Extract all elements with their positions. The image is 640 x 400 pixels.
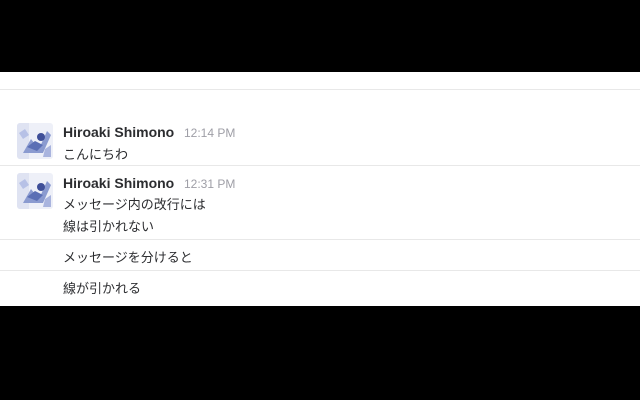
message-author[interactable]: Hiroaki Shimono [63,175,174,191]
message-text: 線が引かれる [63,282,142,297]
top-divider [0,89,640,90]
user-avatar[interactable] [17,173,53,209]
bottom-letterbox [0,306,640,400]
message-author[interactable]: Hiroaki Shimono [63,124,174,140]
message-item[interactable]: Hiroaki Shimono 12:14 PM こんにちわ [0,122,640,166]
top-letterbox [0,0,640,72]
message-item[interactable]: Hiroaki Shimono 12:31 PM メッセージ内の改行には 線は引… [0,173,640,239]
message-timestamp[interactable]: 12:31 PM [184,177,235,191]
message-item[interactable]: メッセージを分けると [0,240,640,270]
user-avatar[interactable] [17,123,53,159]
message-text: メッセージを分けると [63,251,193,266]
message-timestamp[interactable]: 12:14 PM [184,126,235,140]
message-list[interactable]: Hiroaki Shimono 12:14 PM こんにちわ Hiroaki S… [0,72,640,306]
avatar-image-icon [17,123,53,159]
message-text: こんにちわ [63,148,129,163]
message-item[interactable]: 線が引かれる [0,271,640,305]
message-text: 線は引かれない [63,220,155,235]
message-divider [0,165,640,166]
message-text: メッセージ内の改行には [63,198,206,213]
avatar-image-icon [17,173,53,209]
